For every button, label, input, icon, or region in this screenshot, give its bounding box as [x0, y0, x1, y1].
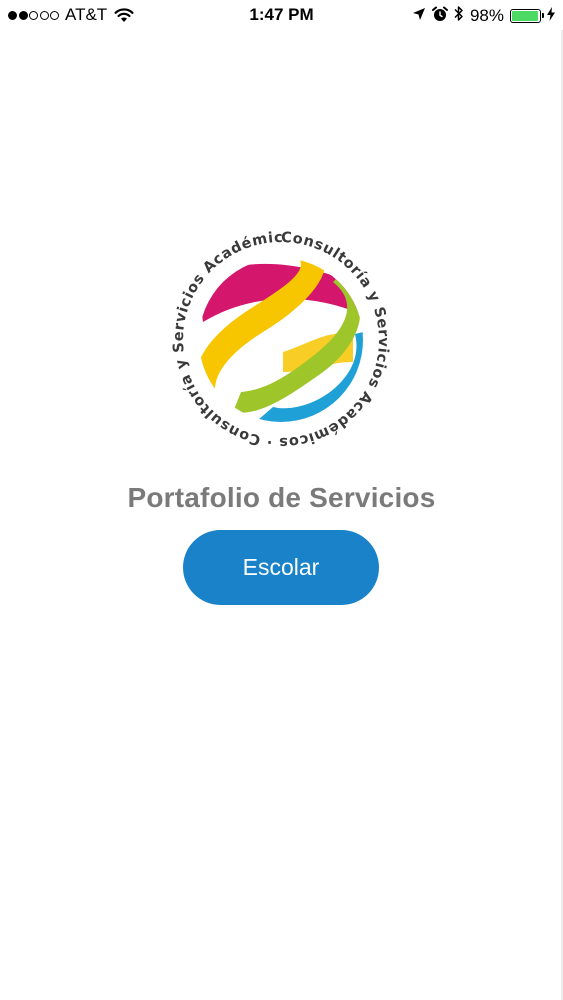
battery-icon: [510, 9, 544, 23]
page-title: Portafolio de Servicios: [127, 482, 436, 513]
status-bar-right: 98%: [412, 5, 555, 27]
status-bar: AT&T 1:47 PM 98%: [0, 0, 563, 30]
charging-bolt-icon: [547, 6, 555, 26]
logo-globe-graphic: [199, 258, 363, 422]
company-logo: Consultoría y Servicios Académicos · Con…: [163, 222, 390, 450]
bluetooth-icon: [454, 5, 464, 27]
escolar-button[interactable]: Escolar: [183, 530, 379, 605]
battery-percentage: 98%: [469, 6, 504, 25]
alarm-icon: [431, 6, 448, 27]
location-arrow-icon: [412, 7, 426, 26]
battery-fill: [512, 11, 539, 21]
